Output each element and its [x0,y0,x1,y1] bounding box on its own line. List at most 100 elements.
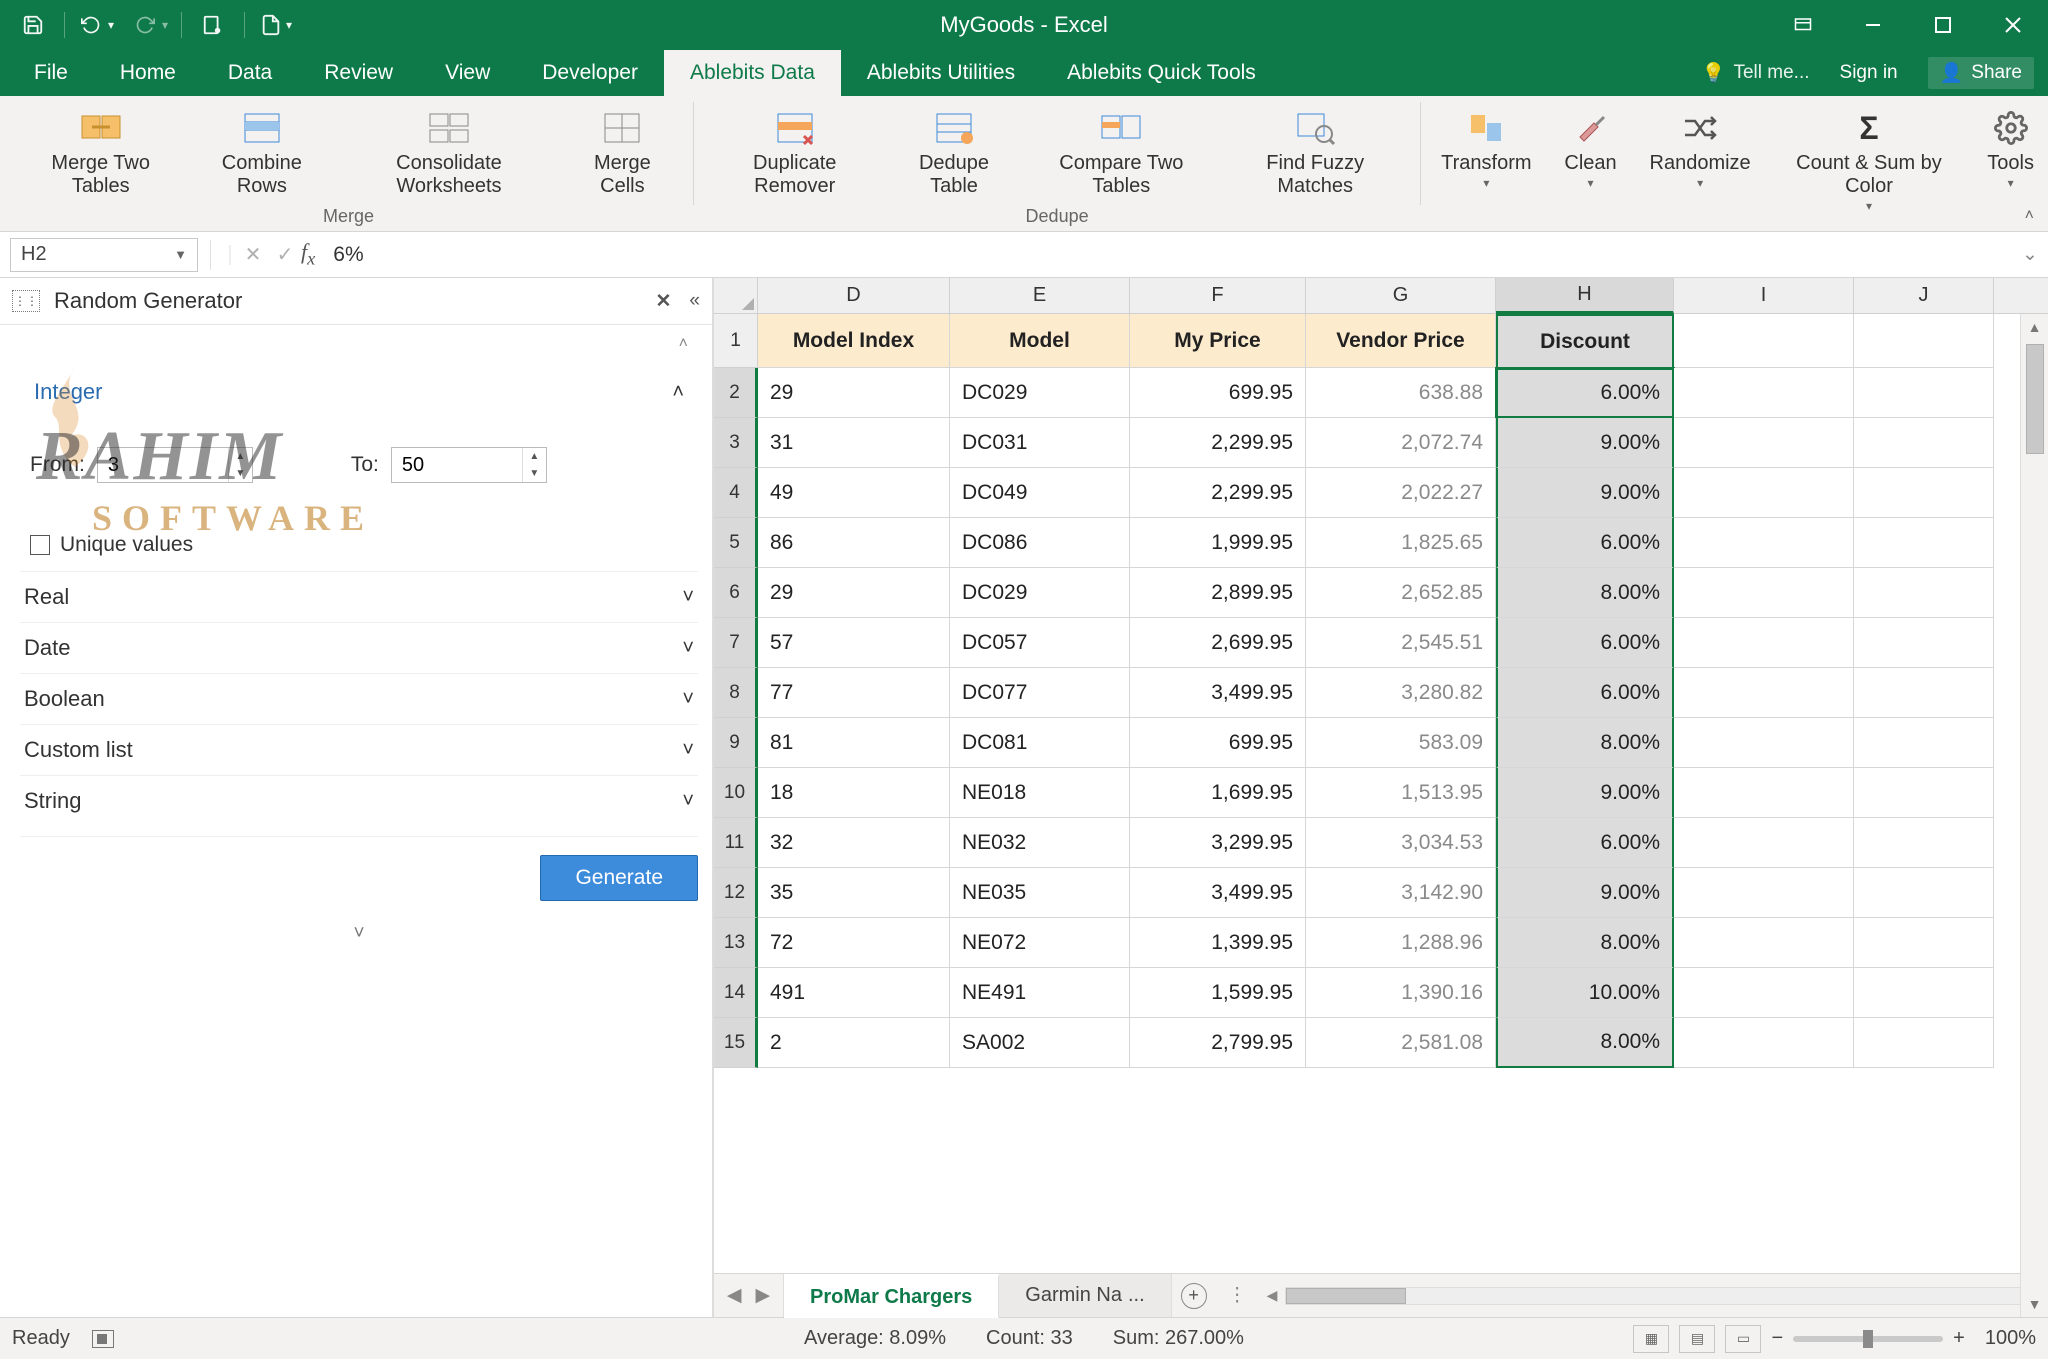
cell[interactable]: 2,699.95 [1130,618,1306,668]
find-fuzzy-matches-button[interactable]: Find Fuzzy Matches [1220,102,1410,206]
cell[interactable] [1854,518,1994,568]
cell[interactable]: 1,999.95 [1130,518,1306,568]
cell[interactable]: Model Index [758,314,950,368]
cell[interactable] [1674,968,1854,1018]
cell[interactable]: DC086 [950,518,1130,568]
row-header[interactable]: 1 [714,314,758,368]
cell[interactable] [1674,618,1854,668]
clean-button[interactable]: Clean▾ [1554,102,1626,191]
checkbox-box[interactable] [30,535,50,555]
cell[interactable]: 10.00% [1496,968,1674,1018]
cell[interactable]: 638.88 [1306,368,1496,418]
tab-ablebits-data[interactable]: Ablebits Data [664,50,841,96]
row-header[interactable]: 3 [714,418,758,468]
cell[interactable]: 35 [758,868,950,918]
cell[interactable]: 77 [758,668,950,718]
cell[interactable]: 2,299.95 [1130,468,1306,518]
cell[interactable]: DC077 [950,668,1130,718]
collapse-ribbon-icon[interactable]: ˄ [2025,207,2034,225]
cell[interactable]: DC057 [950,618,1130,668]
new-file-icon[interactable]: ▾ [249,0,303,50]
section-string[interactable]: String˅ [20,776,698,826]
minimize-icon[interactable] [1838,0,1908,50]
tab-ablebits-utilities[interactable]: Ablebits Utilities [841,50,1041,96]
cell[interactable]: 86 [758,518,950,568]
cell[interactable]: 583.09 [1306,718,1496,768]
cell[interactable]: NE032 [950,818,1130,868]
row-header[interactable]: 2 [714,368,758,418]
cell[interactable]: 6.00% [1496,818,1674,868]
cell[interactable] [1674,314,1854,368]
row-header[interactable]: 6 [714,568,758,618]
cell[interactable]: NE035 [950,868,1130,918]
cell[interactable] [1674,718,1854,768]
name-box-dropdown-icon[interactable]: ▼ [174,247,187,262]
vertical-scrollbar[interactable]: ▲ ▼ [2020,314,2048,1317]
cell[interactable]: 1,825.65 [1306,518,1496,568]
section-date[interactable]: Date˅ [20,623,698,673]
scroll-down-icon[interactable]: ˅ [20,919,698,949]
cell[interactable] [1854,668,1994,718]
cell[interactable]: 3,034.53 [1306,818,1496,868]
row-header[interactable]: 5 [714,518,758,568]
cell[interactable] [1854,418,1994,468]
cell[interactable]: 2,545.51 [1306,618,1496,668]
tabs-splitter[interactable]: ⋮ [1216,1274,1259,1317]
section-custom-list[interactable]: Custom list˅ [20,725,698,775]
cell[interactable]: 8.00% [1496,718,1674,768]
col-header-h[interactable]: H [1496,278,1674,314]
section-integer[interactable]: Integer ˄ [30,367,688,417]
cell[interactable]: Vendor Price [1306,314,1496,368]
scroll-up-arrow-icon[interactable]: ▲ [2021,314,2048,340]
touch-mode-icon[interactable] [186,0,240,50]
dedupe-table-button[interactable]: Dedupe Table [886,102,1023,206]
cell[interactable] [1674,668,1854,718]
generate-button[interactable]: Generate [540,855,698,901]
tab-developer[interactable]: Developer [516,50,664,96]
cell[interactable]: 2,299.95 [1130,418,1306,468]
row-header[interactable]: 9 [714,718,758,768]
zoom-out-icon[interactable]: − [1771,1327,1783,1350]
cell[interactable]: DC029 [950,368,1130,418]
row-header[interactable]: 4 [714,468,758,518]
cell[interactable]: Model [950,314,1130,368]
scroll-thumb[interactable] [2026,344,2044,454]
cell[interactable]: 2,899.95 [1130,568,1306,618]
cell[interactable]: DC029 [950,568,1130,618]
close-icon[interactable] [1978,0,2048,50]
zoom-in-icon[interactable]: + [1953,1327,1965,1350]
col-header-d[interactable]: D [758,278,950,313]
row-header[interactable]: 10 [714,768,758,818]
name-box[interactable]: H2 ▼ [10,238,198,272]
cell[interactable] [1854,718,1994,768]
cell[interactable]: 2,022.27 [1306,468,1496,518]
cell[interactable]: 2,072.74 [1306,418,1496,468]
row-header[interactable]: 8 [714,668,758,718]
new-sheet-button[interactable]: + [1172,1274,1216,1317]
cell[interactable]: 1,699.95 [1130,768,1306,818]
spin-up-icon[interactable]: ▲ [523,448,546,465]
cell[interactable]: 29 [758,568,950,618]
cell[interactable] [1854,618,1994,668]
cell[interactable]: 8.00% [1496,1018,1674,1068]
cell[interactable]: 3,499.95 [1130,868,1306,918]
col-header-i[interactable]: I [1674,278,1854,313]
row-header[interactable]: 15 [714,1018,758,1068]
cell[interactable]: SA002 [950,1018,1130,1068]
cell[interactable]: 2 [758,1018,950,1068]
cancel-icon[interactable]: ✕ [237,242,269,267]
cell[interactable]: 2,652.85 [1306,568,1496,618]
tab-review[interactable]: Review [298,50,419,96]
enter-icon[interactable]: ✓ [269,242,301,267]
formula-input[interactable]: 6% [333,243,2012,267]
cell[interactable]: 81 [758,718,950,768]
cell[interactable]: 3,299.95 [1130,818,1306,868]
tab-data[interactable]: Data [202,50,298,96]
spin-up-icon[interactable]: ▲ [229,448,252,465]
fx-icon[interactable]: fx [301,239,315,269]
cell[interactable]: 49 [758,468,950,518]
share-button[interactable]: 👤 Share [1928,57,2034,89]
to-spinner[interactable]: ▲▼ [391,447,547,483]
from-spinner[interactable]: ▲▼ [97,447,253,483]
cell[interactable]: 9.00% [1496,768,1674,818]
